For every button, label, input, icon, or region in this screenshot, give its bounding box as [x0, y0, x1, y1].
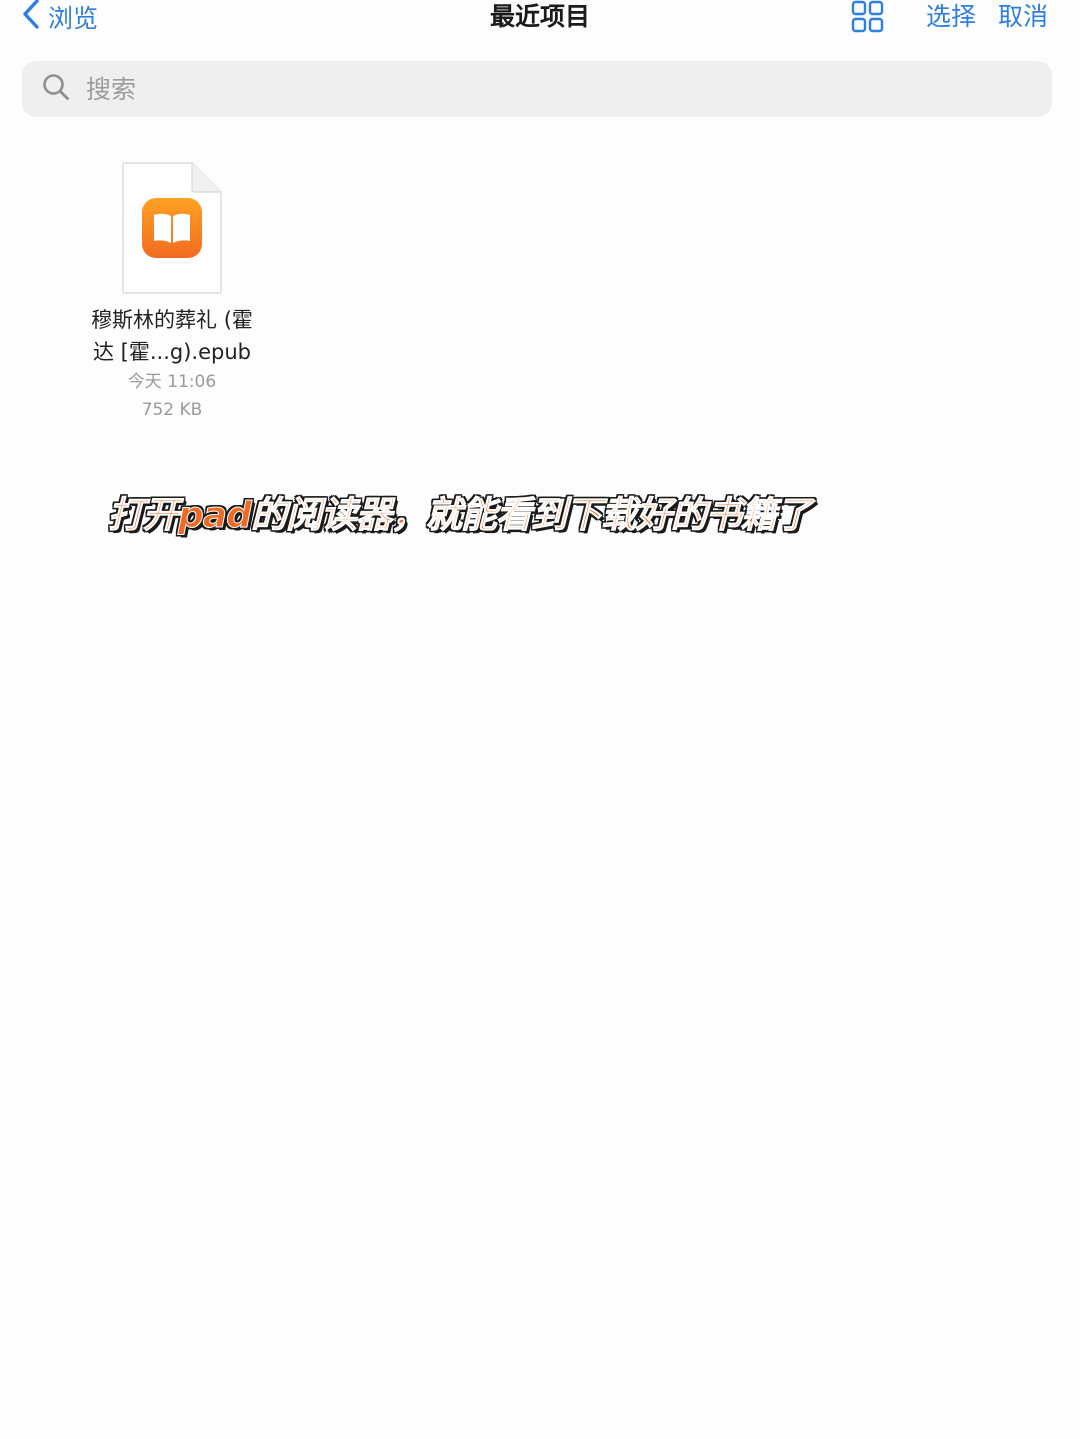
files-app-screen: 浏览 最近项目 选择 取消 搜索 穆斯林的葬礼 (霍 达 [霍...g).epu… [0, 0, 1080, 1439]
select-button[interactable]: 选择 [926, 0, 976, 34]
books-app-icon [142, 198, 202, 262]
search-icon [42, 73, 70, 105]
file-item[interactable]: 穆斯林的葬礼 (霍 达 [霍...g).epub 今天 11:06 752 KB [72, 162, 272, 424]
navigation-bar: 浏览 最近项目 选择 取消 [0, 0, 1080, 40]
file-date: 今天 11:06 [127, 372, 217, 392]
file-name: 穆斯林的葬礼 (霍 达 [霍...g).epub [72, 304, 272, 368]
file-thumbnail [122, 162, 222, 294]
page-title: 最近项目 [489, 2, 590, 31]
grid-view-button[interactable] [850, 0, 886, 34]
file-name-line-2: 达 [霍...g).epub [93, 340, 251, 364]
search-bar[interactable] [22, 61, 1052, 117]
caption-overlay: 打开pad的阅读器，就能看到下载好的书籍了 [108, 495, 813, 537]
cancel-button[interactable]: 取消 [998, 0, 1048, 34]
grid-view-icon [850, 0, 886, 38]
file-name-line-1: 穆斯林的葬礼 (霍 [91, 308, 253, 332]
search-input[interactable] [84, 73, 988, 105]
file-size: 752 KB [141, 400, 203, 420]
